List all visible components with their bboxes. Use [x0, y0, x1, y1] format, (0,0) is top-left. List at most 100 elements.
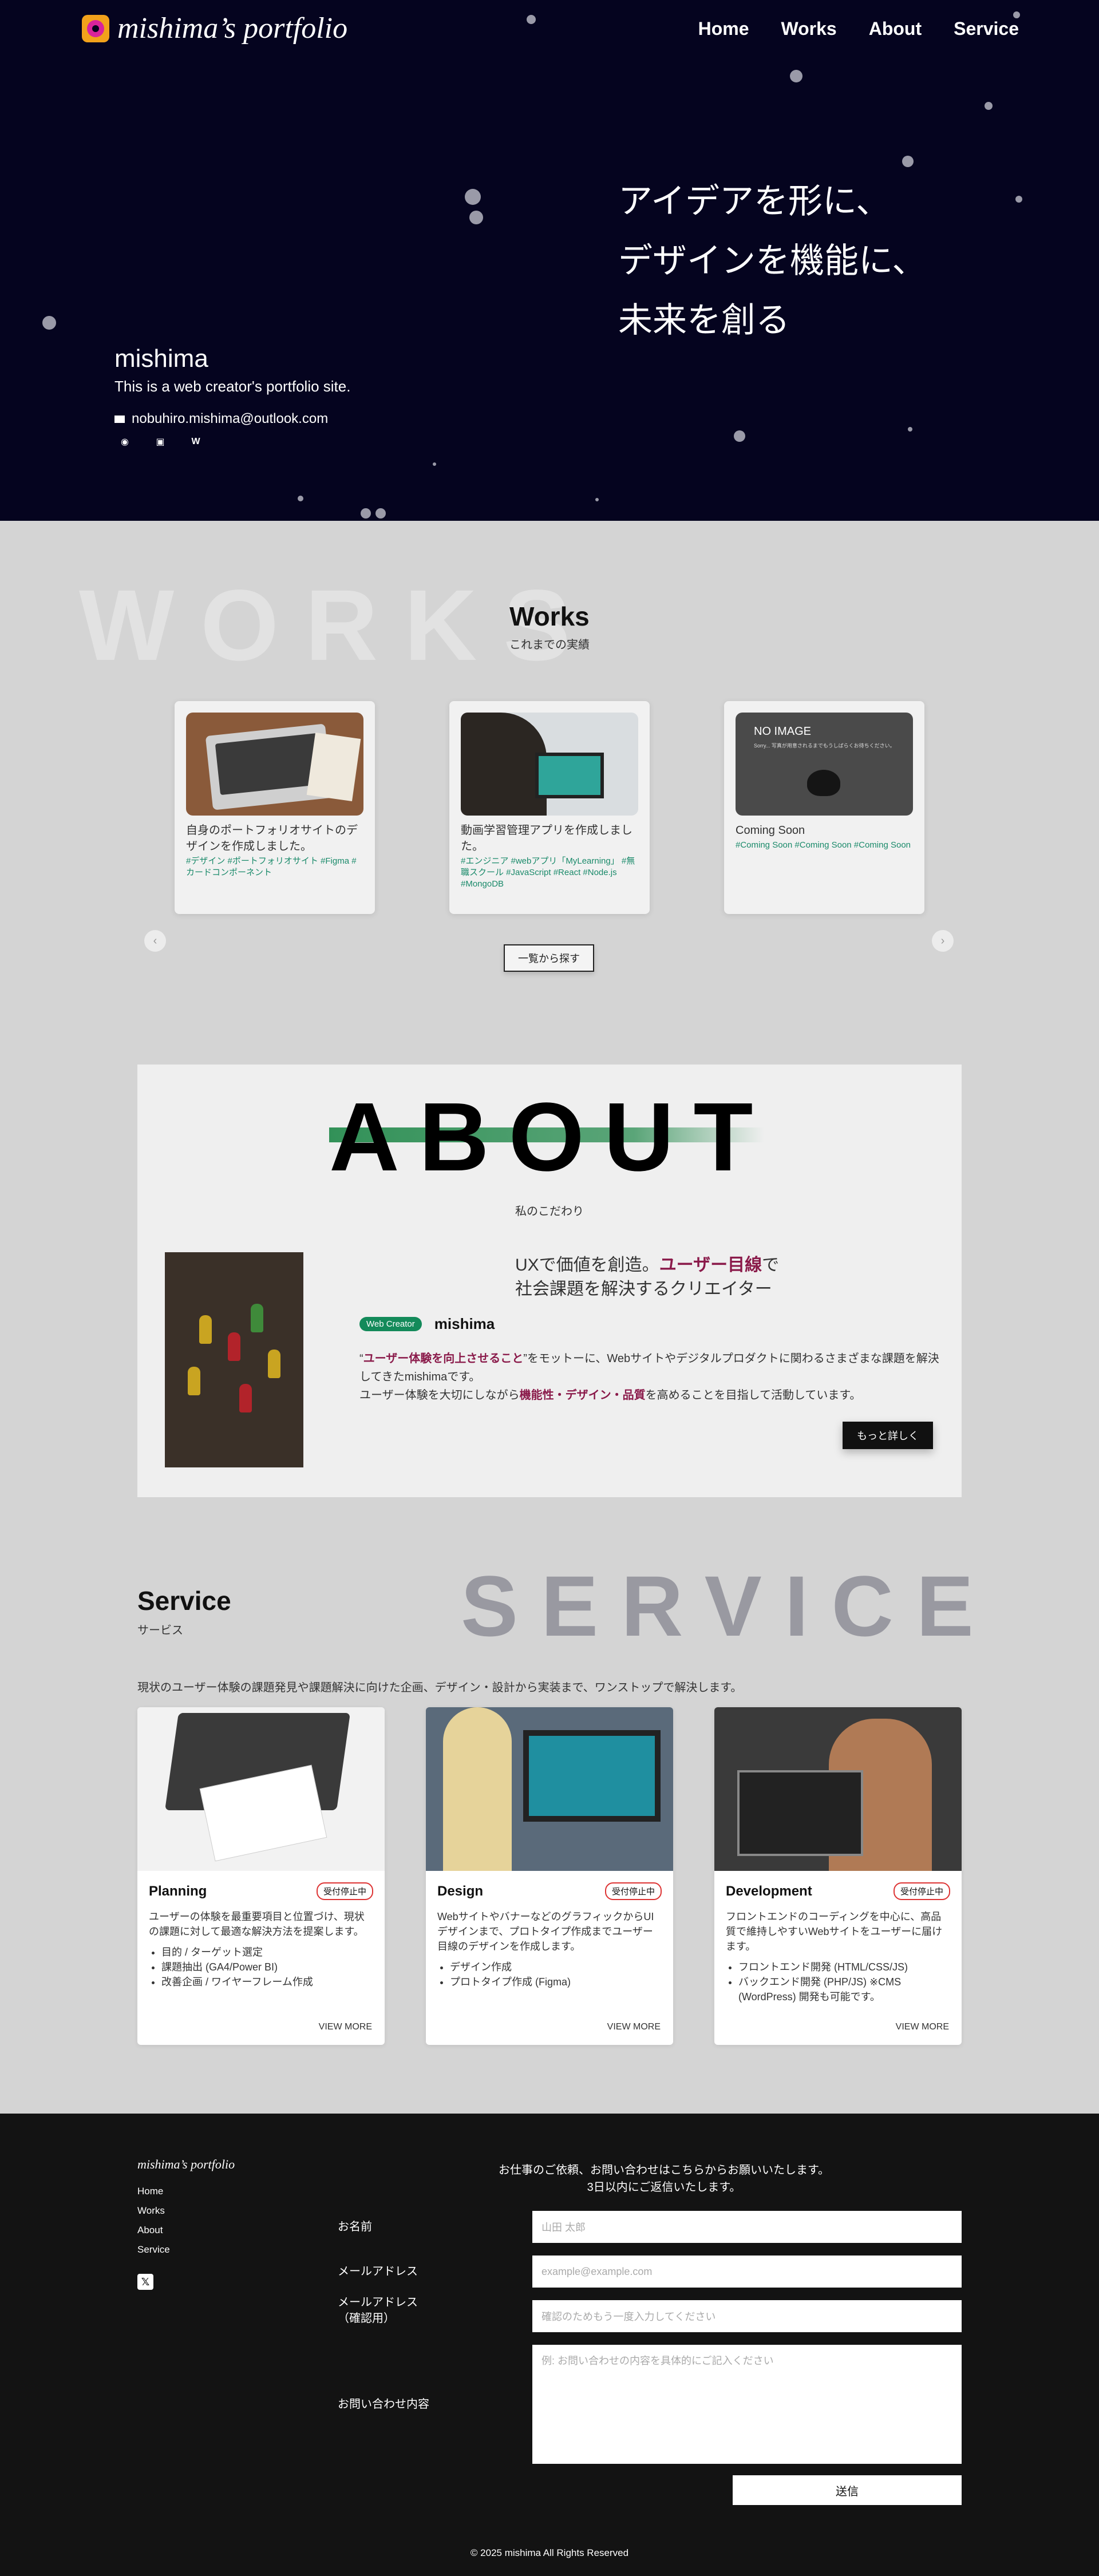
service-image	[137, 1707, 385, 1871]
nav-home[interactable]: Home	[698, 18, 749, 39]
submit-button[interactable]: 送信	[733, 2475, 962, 2505]
email-label: メールアドレス	[338, 2265, 418, 2278]
footer-link-about[interactable]: About	[137, 2225, 170, 2236]
list-item: 改善企画 / ワイヤーフレーム作成	[161, 1974, 373, 1989]
list-item: 課題抽出 (GA4/Power BI)	[161, 1960, 373, 1974]
work-tags: #Coming Soon #Coming Soon #Coming Soon	[736, 840, 911, 850]
work-card[interactable]: NO IMAGE Sorry... 写真が用意されるまでもうしばらくお待ちくださ…	[724, 701, 924, 914]
tagline-line: デザインを機能に、	[618, 242, 927, 280]
about-body: “ユーザー体験を向上させること”をモットーに、Webサイトやデジタルプロダクトに…	[359, 1352, 939, 1402]
message-label: お問い合わせ内容	[338, 2398, 429, 2411]
view-more-link[interactable]: VIEW MORE	[896, 2022, 949, 2032]
list-item: バックエンド開発 (PHP/JS) ※CMS (WordPress) 開発も可能…	[738, 1974, 950, 2004]
service-title: Service	[137, 1586, 231, 1616]
service-image	[714, 1707, 962, 1871]
service-card-design[interactable]: Design 受付停止中 WebサイトやバナーなどのグラフィックからUIデザイン…	[426, 1707, 673, 2045]
mail-icon	[114, 415, 125, 423]
star-decoration	[361, 508, 371, 519]
hero-name: mishima	[114, 345, 208, 373]
view-more-link[interactable]: VIEW MORE	[319, 2022, 372, 2032]
work-tags: #デザイン #ポートフォリオサイト #Figma #カードコンポーネント	[186, 856, 357, 877]
x-icon[interactable]: 𝕏	[137, 2274, 153, 2290]
footer-link-service[interactable]: Service	[137, 2244, 170, 2256]
hero-email[interactable]: nobuhiro.mishima@outlook.com	[114, 411, 328, 427]
footer-link-works[interactable]: Works	[137, 2205, 170, 2217]
service-card-planning[interactable]: Planning 受付停止中 ユーザーの体験を最重要項目と位置づけ、現状の課題に…	[137, 1707, 385, 2045]
nav-service[interactable]: Service	[954, 18, 1019, 39]
name-label: お名前	[338, 2221, 372, 2233]
about-name: mishima	[434, 1315, 495, 1332]
site-logo[interactable]: mishima’s portfolio	[82, 11, 347, 45]
status-badge: 受付停止中	[893, 1882, 950, 1900]
works-title: Works	[509, 602, 590, 631]
list-item: デザイン作成	[450, 1960, 662, 1974]
works-list-button[interactable]: 一覧から探す	[504, 944, 594, 972]
hero-section: mishima’s portfolio Home Works About Ser…	[0, 0, 1099, 521]
service-description: ユーザーの体験を最重要項目と位置づけ、現状の課題に対して最適な解決方法を提案しま…	[149, 1911, 365, 1937]
star-decoration	[734, 430, 745, 442]
about-section: ABOUT 私のこだわり UXで価値を創造。ユーザー目線で 社会課題を解決するク…	[137, 1065, 962, 1497]
message-field[interactable]: 例: お問い合わせの内容を具体的にご記入ください	[532, 2345, 962, 2464]
carousel-prev-icon[interactable]: ‹	[144, 930, 166, 952]
social-links: ◉ ▣ W	[119, 436, 201, 448]
no-image-note: Sorry... 写真が用意されるまでもうしばらくお待ちください。	[754, 743, 895, 749]
about-photo	[165, 1252, 303, 1467]
work-thumbnail	[186, 713, 363, 816]
work-title: Coming Soon	[736, 824, 805, 837]
star-decoration	[375, 508, 386, 519]
list-item: プロトタイプ作成 (Figma)	[450, 1974, 662, 1989]
github-icon[interactable]: ◉	[119, 436, 131, 448]
service-list: フロントエンド開発 (HTML/CSS/JS) バックエンド開発 (PHP/JS…	[714, 1954, 962, 2004]
role-badge: Web Creator	[359, 1317, 422, 1331]
copyright: © 2025 mishima All Rights Reserved	[470, 2547, 629, 2558]
work-card[interactable]: 自身のポートフォリオサイトのデザインを作成しました。 #デザイン #ポートフォリ…	[175, 701, 375, 914]
works-subtitle: これまでの実績	[509, 639, 590, 651]
headline-highlight: ユーザー目線	[659, 1256, 762, 1275]
work-card[interactable]: 動画学習管理アプリを作成しました。 #エンジニア #webアプリ「MyLearn…	[449, 701, 650, 914]
work-tags: #エンジニア #webアプリ「MyLearning」 #無職スクール #Java…	[461, 856, 635, 889]
service-card-development[interactable]: Development 受付停止中 フロントエンドのコーディングを中心に、高品質…	[714, 1707, 962, 2045]
status-badge: 受付停止中	[604, 1882, 662, 1900]
email-text: nobuhiro.mishima@outlook.com	[132, 411, 329, 426]
works-section: WORKS Works これまでの実績 自身のポートフォリオサイトのデザインを作…	[0, 521, 1099, 1053]
no-image-label: NO IMAGE	[754, 725, 812, 738]
carousel-next-icon[interactable]: ›	[932, 930, 954, 952]
work-thumbnail	[461, 713, 638, 816]
star-decoration	[1013, 11, 1020, 18]
service-subtitle: サービス	[137, 1624, 183, 1637]
main-nav: Home Works About Service	[698, 18, 1019, 39]
tagline-line: アイデアを形に、	[618, 182, 891, 220]
linkedin-icon[interactable]: ▣	[155, 436, 166, 448]
service-name: Planning	[149, 1883, 207, 1899]
service-name: Development	[726, 1883, 812, 1899]
contact-intro: お仕事のご依頼、お問い合わせはこちらからお願いいたします。 3日以内にご返信いた…	[499, 2164, 829, 2194]
logo-text: mishima’s portfolio	[117, 12, 348, 45]
hero-tagline: アイデアを形に、 デザインを機能に、 未来を創る	[618, 172, 926, 350]
about-more-button[interactable]: もっと詳しく	[843, 1422, 933, 1449]
work-title: 動画学習管理アプリを作成しました。	[461, 824, 632, 853]
status-badge: 受付停止中	[316, 1882, 373, 1900]
view-more-link[interactable]: VIEW MORE	[607, 2022, 661, 2032]
footer-nav: Home Works About Service	[137, 2186, 170, 2256]
star-decoration	[908, 427, 912, 432]
nav-works[interactable]: Works	[781, 18, 837, 39]
star-decoration	[469, 211, 483, 224]
footer-link-home[interactable]: Home	[137, 2186, 170, 2197]
name-field[interactable]: 山田 太郎	[532, 2211, 962, 2243]
email-field[interactable]: example@example.com	[532, 2256, 962, 2288]
work-title: 自身のポートフォリオサイトのデザインを作成しました。	[186, 824, 358, 853]
about-headline: UXで価値を創造。ユーザー目線で 社会課題を解決するクリエイター	[515, 1256, 780, 1299]
service-image	[426, 1707, 673, 1871]
footer-logo[interactable]: mishima’s portfolio	[137, 2157, 235, 2172]
email-confirm-field[interactable]: 確認のためもう一度入力してください	[532, 2300, 962, 2332]
logo-icon	[82, 14, 109, 42]
about-profile: Web Creator mishima	[359, 1315, 495, 1333]
star-decoration	[902, 156, 914, 167]
star-decoration	[433, 462, 436, 466]
star-decoration	[527, 15, 536, 24]
wantedly-icon[interactable]: W	[190, 436, 201, 448]
nav-about[interactable]: About	[869, 18, 922, 39]
star-decoration	[42, 316, 56, 330]
service-description: フロントエンドのコーディングを中心に、高品質で維持しやすいWebサイトをユーザー…	[726, 1911, 943, 1952]
star-decoration	[1015, 196, 1022, 203]
